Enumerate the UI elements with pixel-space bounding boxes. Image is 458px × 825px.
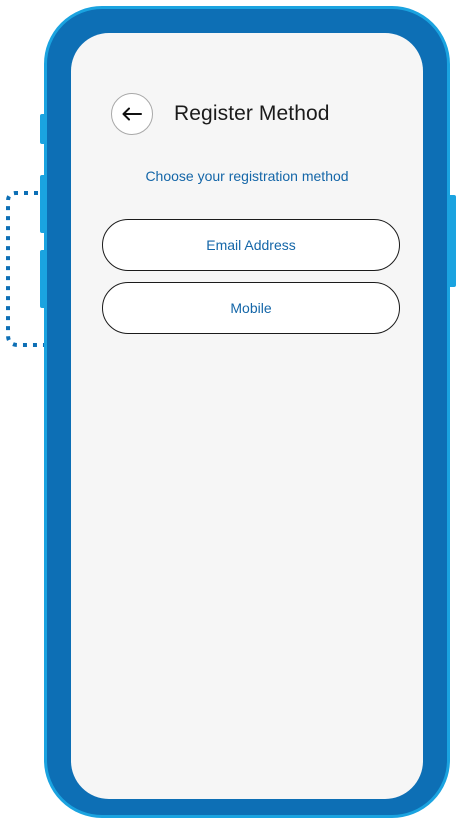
- mobile-button[interactable]: Mobile: [102, 282, 400, 334]
- screen-header: Register Method: [111, 92, 330, 136]
- email-address-button[interactable]: Email Address: [102, 219, 400, 271]
- registration-prompt: Choose your registration method: [145, 168, 349, 184]
- mockup-canvas: Register Method Choose your registration…: [0, 0, 458, 825]
- page-title: Register Method: [174, 102, 330, 125]
- phone-frame: Register Method Choose your registration…: [44, 6, 450, 818]
- arrow-left-icon: [122, 107, 142, 121]
- mobile-button-label: Mobile: [230, 300, 272, 316]
- email-address-button-label: Email Address: [206, 237, 296, 253]
- back-button[interactable]: [111, 93, 153, 135]
- phone-screen: Register Method Choose your registration…: [71, 33, 423, 799]
